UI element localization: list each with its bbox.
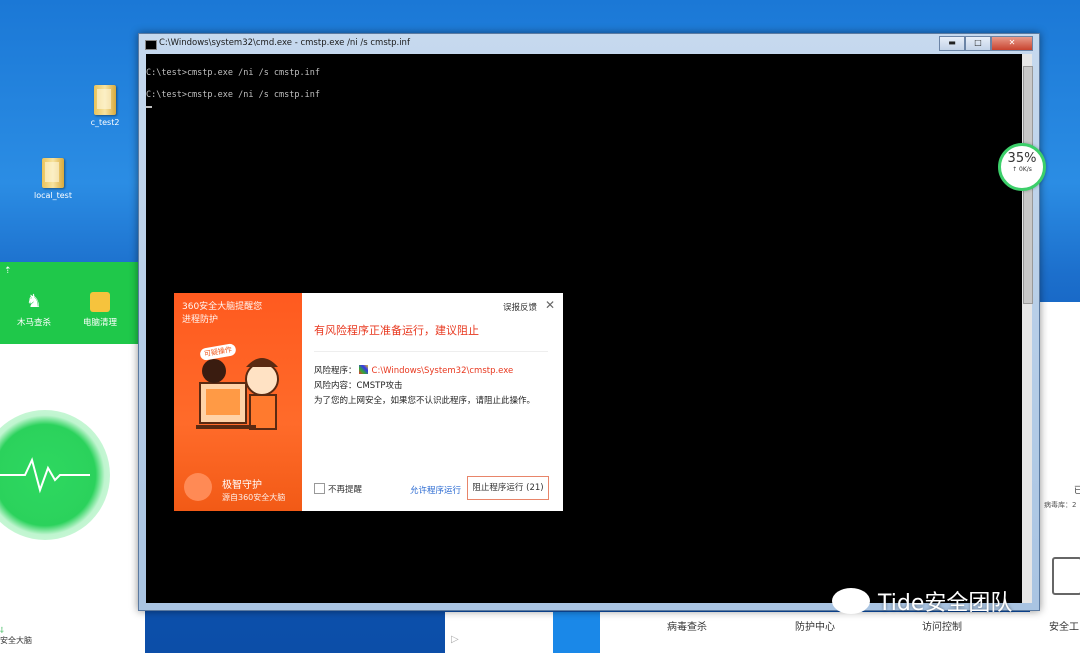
risk-program-path: C:\Windows\System32\cmstp.exe bbox=[371, 366, 514, 376]
minimize-button[interactable]: ▬ bbox=[939, 36, 965, 51]
wechat-watermark: Tide安全团队 bbox=[832, 585, 1012, 617]
maximize-button[interactable]: □ bbox=[965, 36, 991, 51]
risk-content-value: CMSTP攻击 bbox=[356, 381, 403, 391]
trojan-scan-button[interactable]: ♞ 木马查杀 bbox=[4, 291, 64, 329]
app-footer-label: 安全大脑 bbox=[0, 636, 32, 645]
cmd-icon bbox=[145, 40, 157, 50]
risk-program-label: 风险程序： bbox=[314, 366, 357, 376]
dont-remind-label[interactable]: 不再提醒 bbox=[328, 483, 362, 495]
console-line: C:\test>cmstp.exe /ni /s cmstp.inf bbox=[146, 68, 320, 78]
advice-text: 为了您的上网安全，如果您不认识此程序，请阻止此操作。 bbox=[314, 396, 536, 406]
close-button[interactable]: ✕ bbox=[991, 36, 1033, 51]
nav-virus-scan[interactable]: 病毒查杀 bbox=[667, 618, 707, 633]
security-app-left-panel: ⇡ ♞ 木马查杀 电脑清理 ⸸ 安全大脑 bbox=[0, 262, 145, 653]
text-cursor bbox=[146, 106, 152, 108]
program-icon bbox=[358, 365, 368, 374]
pc-clean-label: 电脑清理 bbox=[82, 318, 117, 328]
heartbeat-icon bbox=[0, 457, 90, 494]
desktop-icon-label: c_test2 bbox=[90, 118, 120, 127]
nav-security-tools[interactable]: 安全工 bbox=[1049, 618, 1079, 633]
broom-icon bbox=[90, 292, 110, 312]
play-icon: ▷ bbox=[451, 634, 459, 645]
partial-status-text: 已 bbox=[1074, 486, 1080, 496]
desktop-icon-c-test2[interactable]: c_test2 bbox=[75, 85, 135, 127]
console-line: C:\test>cmstp.exe /ni /s cmstp.inf bbox=[146, 90, 320, 100]
trojan-scan-label: 木马查杀 bbox=[16, 318, 51, 328]
folder-icon bbox=[42, 158, 64, 188]
protection-title: 极智守护 bbox=[222, 480, 262, 491]
close-icon[interactable]: ✕ bbox=[545, 298, 555, 312]
allow-program-link[interactable]: 允许程序运行 bbox=[410, 484, 461, 496]
network-speed-widget[interactable]: 35% ↑ 0K/s bbox=[998, 143, 1046, 191]
arrow-up-icon: ⇡ bbox=[4, 266, 12, 276]
desktop-icon-label: local_test bbox=[33, 191, 72, 200]
vertical-scrollbar[interactable] bbox=[1022, 54, 1033, 603]
alert-headline: 有风险程序正准备运行，建议阻止 bbox=[314, 324, 479, 337]
protection-source: 源自360安全大脑 bbox=[222, 493, 286, 502]
block-program-button[interactable]: 阻止程序运行 (21) bbox=[467, 476, 549, 500]
brand-line-1: 360安全大脑提醒您 bbox=[182, 302, 263, 312]
memory-percent: 35% bbox=[1007, 151, 1037, 166]
pc-clean-button[interactable]: 电脑清理 bbox=[70, 292, 130, 328]
virus-db-label: 病毒库：2 bbox=[1044, 501, 1077, 509]
shield-icon bbox=[184, 473, 212, 501]
horse-icon: ♞ bbox=[25, 291, 43, 312]
nav-access-control[interactable]: 访问控制 bbox=[922, 618, 962, 633]
divider bbox=[314, 351, 548, 352]
protection-status-circle[interactable] bbox=[0, 410, 110, 540]
upload-rate: ↑ 0K/s bbox=[1012, 166, 1032, 173]
app-toolbar: ⇡ ♞ 木马查杀 电脑清理 bbox=[0, 262, 145, 344]
brand-text: 360安全大脑提醒您 进程防护 bbox=[182, 301, 262, 327]
nav-protection-center[interactable]: 防护中心 bbox=[795, 618, 835, 633]
report-feedback-link[interactable]: 误报反馈 bbox=[503, 301, 537, 313]
risk-program-row: 风险程序： C:\Windows\System32\cmstp.exe bbox=[314, 364, 513, 376]
security-alert-dialog: 360安全大脑提醒您 进程防护 可疑操作 极智守护 源自360安全大脑 误报反馈… bbox=[174, 293, 563, 511]
desktop-icon-local-test[interactable]: local_test bbox=[23, 158, 83, 200]
alert-content: 误报反馈 ✕ 有风险程序正准备运行，建议阻止 风险程序： C:\Windows\S… bbox=[302, 293, 563, 511]
folder-icon bbox=[94, 85, 116, 115]
risk-content-row: 风险内容：CMSTP攻击 bbox=[314, 379, 403, 391]
alert-brand-panel: 360安全大脑提醒您 进程防护 可疑操作 极智守护 源自360安全大脑 bbox=[174, 293, 302, 511]
blue-tab-block bbox=[553, 612, 600, 653]
toolbox-icon[interactable] bbox=[1052, 557, 1080, 595]
wechat-icon bbox=[832, 588, 870, 614]
brand-line-2: 进程防护 bbox=[182, 315, 219, 325]
window-controls: ▬ □ ✕ bbox=[939, 36, 1033, 51]
risk-content-label: 风险内容： bbox=[314, 381, 357, 391]
window-title: C:\Windows\system32\cmd.exe - cmstp.exe … bbox=[159, 38, 410, 48]
watermark-text: Tide安全团队 bbox=[878, 591, 1013, 616]
dont-remind-checkbox[interactable] bbox=[314, 483, 325, 494]
